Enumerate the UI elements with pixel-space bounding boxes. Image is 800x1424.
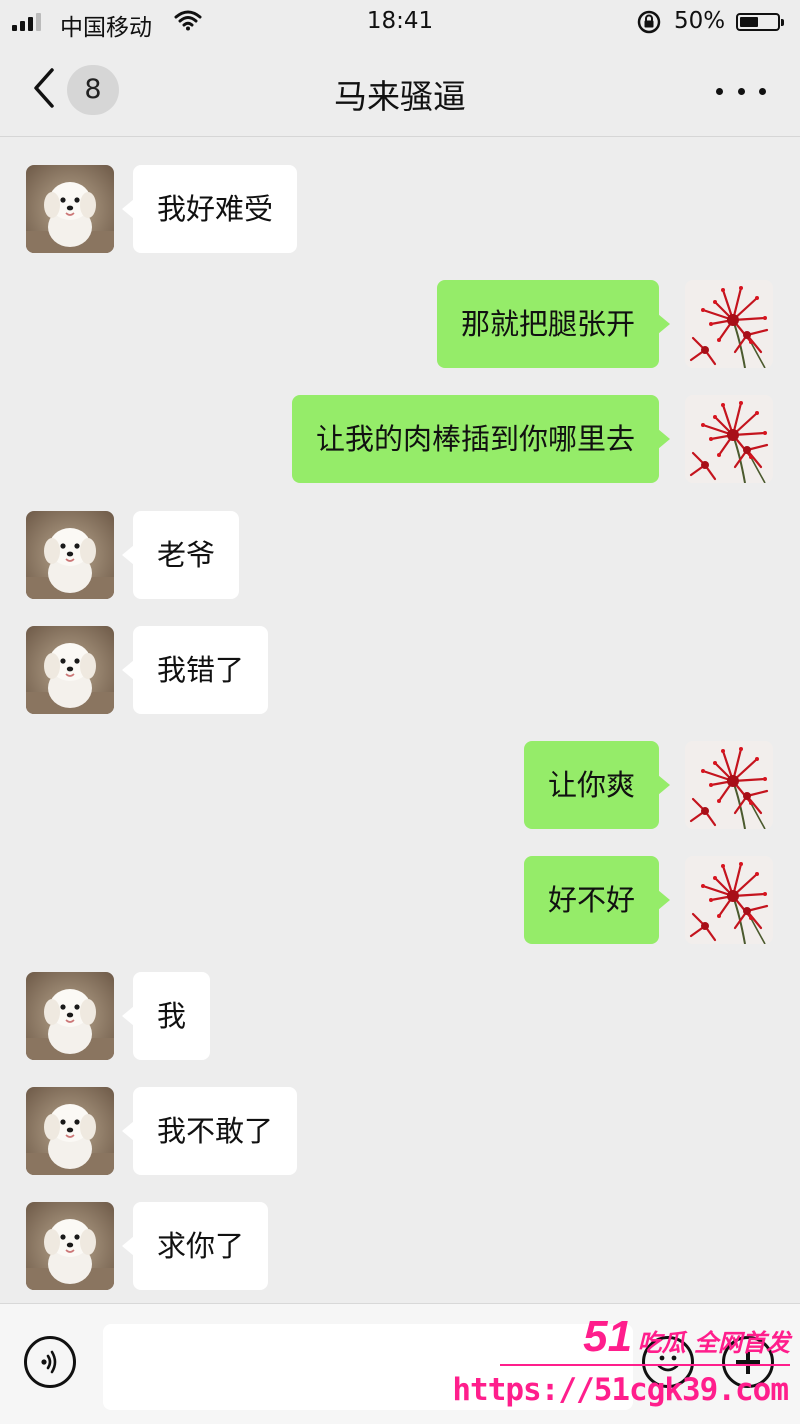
my-avatar[interactable] (685, 280, 773, 368)
message-bubble[interactable]: 那就把腿张开 (436, 280, 671, 368)
message-incoming: 老爷 (0, 511, 800, 599)
back-button[interactable] (28, 66, 64, 110)
input-bar (0, 1303, 800, 1424)
contact-avatar[interactable] (26, 511, 114, 599)
message-incoming: 我好难受 (0, 165, 800, 253)
message-outgoing: 好不好 (0, 856, 800, 944)
message-outgoing: 让我的肉棒插到你哪里去 (0, 395, 800, 483)
my-avatar[interactable] (685, 856, 773, 944)
message-list[interactable]: 我好难受 那就把腿张开 让我的肉棒插到你哪里去 老爷 我错了 让你爽 好不好 我… (0, 137, 800, 1303)
message-bubble[interactable]: 老爷 (121, 511, 240, 599)
message-bubble[interactable]: 求你了 (121, 1202, 269, 1290)
message-bubble[interactable]: 我 (121, 972, 211, 1060)
message-bubble[interactable]: 我不敢了 (121, 1087, 298, 1175)
voice-icon (41, 1350, 57, 1374)
battery-percent: 50% (674, 8, 726, 34)
message-outgoing: 让你爽 (0, 741, 800, 829)
battery-icon (736, 13, 784, 31)
message-incoming: 我错了 (0, 626, 800, 714)
status-bar: 中国移动 18:41 50% (0, 0, 800, 46)
rotation-lock-icon (636, 9, 662, 39)
more-options-button[interactable] (716, 84, 766, 98)
unread-count-badge[interactable]: 8 (67, 65, 119, 115)
message-incoming: 我不敢了 (0, 1087, 800, 1175)
message-input[interactable] (103, 1324, 633, 1410)
contact-avatar[interactable] (26, 1202, 114, 1290)
more-functions-button[interactable] (722, 1336, 774, 1388)
message-bubble[interactable]: 让你爽 (523, 741, 671, 829)
voice-input-button[interactable] (24, 1336, 76, 1388)
contact-avatar[interactable] (26, 972, 114, 1060)
my-avatar[interactable] (685, 741, 773, 829)
contact-avatar[interactable] (26, 626, 114, 714)
message-bubble[interactable]: 让我的肉棒插到你哪里去 (291, 395, 671, 483)
chat-header: 8 马来骚逼 (0, 46, 800, 137)
contact-avatar[interactable] (26, 1087, 114, 1175)
emoji-icon (657, 1355, 679, 1372)
message-bubble[interactable]: 我好难受 (121, 165, 298, 253)
message-bubble[interactable]: 好不好 (523, 856, 671, 944)
message-outgoing: 那就把腿张开 (0, 280, 800, 368)
message-incoming: 我 (0, 972, 800, 1060)
chat-title: 马来骚逼 (334, 77, 466, 116)
more-dots-icon (716, 87, 723, 95)
message-bubble[interactable]: 我错了 (121, 626, 269, 714)
contact-avatar[interactable] (26, 165, 114, 253)
emoji-button[interactable] (642, 1336, 694, 1388)
my-avatar[interactable] (685, 395, 773, 483)
message-incoming: 求你了 (0, 1202, 800, 1290)
chevron-left-icon (34, 68, 54, 108)
